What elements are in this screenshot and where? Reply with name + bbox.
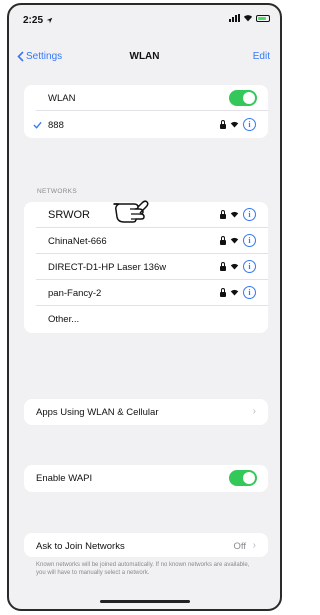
lock-icon (220, 287, 226, 297)
info-icon[interactable]: i (243, 208, 256, 221)
ask-join-group: Ask to Join Networks Off › (24, 533, 268, 557)
connected-network-name: 888 (48, 120, 64, 131)
status-bar: 2:25 (9, 5, 280, 33)
signal-icon (229, 14, 240, 22)
network-icons: i (220, 286, 256, 299)
wifi-icon (230, 121, 239, 128)
connected-network-row[interactable]: 888 i (24, 112, 268, 138)
info-icon[interactable]: i (243, 118, 256, 131)
status-icons (229, 14, 270, 22)
info-icon[interactable]: i (243, 234, 256, 247)
wifi-icon (230, 263, 239, 270)
network-icons: i (220, 260, 256, 273)
network-name: SRWOR (48, 209, 90, 221)
wapi-group: Enable WAPI (24, 465, 268, 492)
wlan-toggle[interactable] (229, 90, 257, 106)
lock-icon (220, 261, 226, 271)
network-row[interactable]: ChinaNet-666 i (24, 228, 268, 254)
network-icons: i (220, 118, 256, 131)
apps-using-label: Apps Using WLAN & Cellular (36, 407, 159, 418)
wifi-icon (230, 211, 239, 218)
apps-using-row[interactable]: Apps Using WLAN & Cellular › (24, 399, 268, 425)
wlan-toggle-row: WLAN (24, 85, 268, 111)
network-row[interactable]: pan-Fancy-2 i (24, 280, 268, 306)
ask-join-row[interactable]: Ask to Join Networks Off › (24, 533, 268, 559)
wapi-label: Enable WAPI (36, 473, 93, 484)
wifi-icon (230, 237, 239, 244)
chevron-right-icon: › (252, 540, 256, 551)
networks-header: NETWORKS (37, 188, 77, 195)
info-icon[interactable]: i (243, 260, 256, 273)
battery-icon (256, 14, 270, 22)
phone-screen: 2:25 Settings WLAN Edit WLAN 888 i NETWO… (7, 3, 282, 611)
wifi-icon (243, 15, 253, 22)
network-row[interactable]: DIRECT-D1-HP Laser 136w i (24, 254, 268, 280)
lock-icon (220, 235, 226, 245)
wapi-toggle[interactable] (229, 470, 257, 486)
wapi-row: Enable WAPI (24, 465, 268, 491)
apps-using-group: Apps Using WLAN & Cellular › (24, 399, 268, 425)
ask-join-value: Off (233, 541, 247, 552)
home-indicator (99, 600, 190, 603)
network-icons: i (220, 208, 256, 221)
checkmark-icon (33, 121, 42, 129)
lock-icon (220, 209, 226, 219)
wifi-icon (230, 289, 239, 296)
wlan-label: WLAN (48, 93, 76, 104)
time-label: 2:25 (23, 15, 44, 26)
network-icons: i (220, 234, 256, 247)
chevron-right-icon: › (252, 406, 256, 417)
nav-bar: Settings WLAN Edit (9, 47, 280, 69)
network-name: ChinaNet-666 (48, 236, 107, 247)
other-label: Other... (48, 314, 80, 325)
lock-icon (220, 119, 226, 129)
other-network-row[interactable]: Other... (24, 306, 268, 332)
location-arrow-icon (46, 17, 53, 24)
hand-pointer-icon (113, 200, 149, 223)
status-time: 2:25 (23, 15, 53, 26)
info-icon[interactable]: i (243, 286, 256, 299)
edit-button[interactable]: Edit (253, 51, 270, 62)
network-name: DIRECT-D1-HP Laser 136w (48, 262, 167, 273)
wlan-group: WLAN 888 i (24, 85, 268, 138)
ask-join-footnote: Known networks will be joined automatica… (36, 562, 250, 576)
ask-join-label: Ask to Join Networks (36, 541, 125, 552)
page-title: WLAN (129, 51, 160, 62)
network-name: pan-Fancy-2 (48, 288, 102, 299)
